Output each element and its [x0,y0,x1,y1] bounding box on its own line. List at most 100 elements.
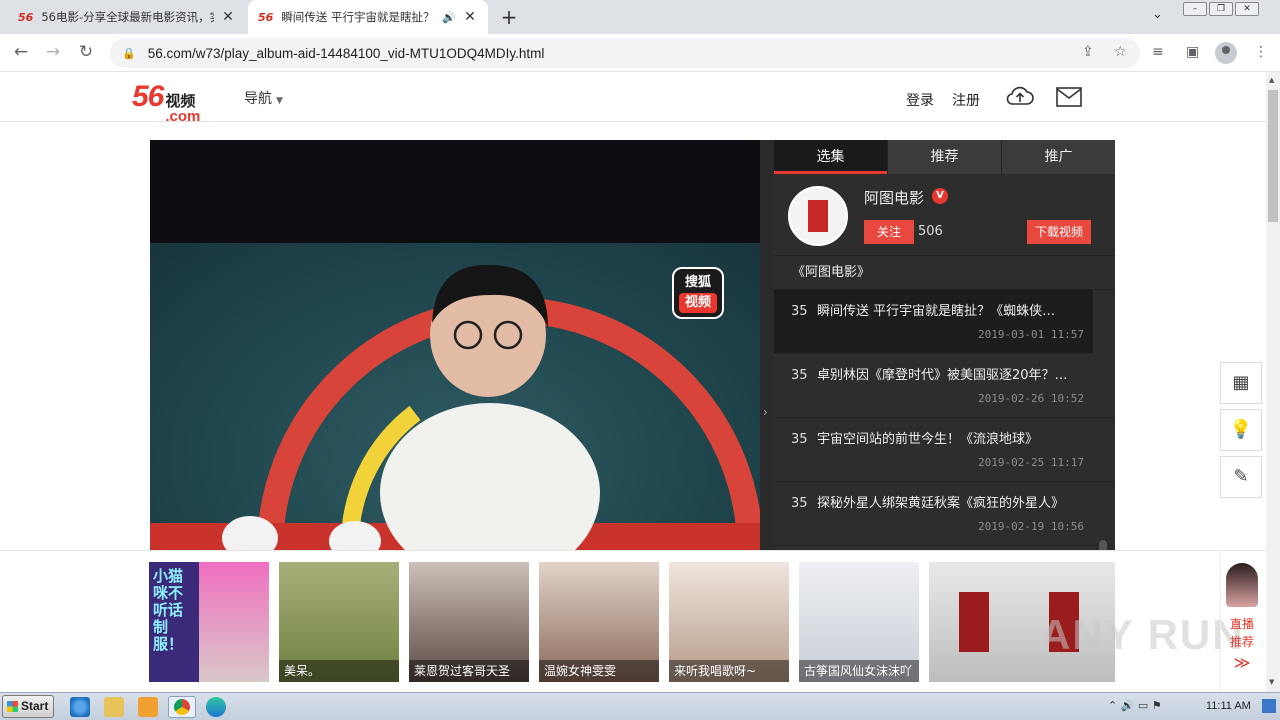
video-frame[interactable]: 搜狐 视频 [150,243,760,550]
close-window-icon[interactable]: ✕ [1235,2,1259,16]
live-recommendations: 小猫咪不听话制服！ 美呆。 莱恩贺过客哥天圣 温婉女神雯雯 来听我唱歌呀~ 古筝… [0,550,1266,693]
close-icon[interactable]: ✕ [220,9,236,25]
download-video-button[interactable]: 下载视频 [1027,220,1091,244]
edge-icon[interactable] [206,697,226,717]
tab-promoted[interactable]: 推广 [1001,140,1115,174]
url-text[interactable]: 56.com/w73/play_album-aid-14484100_vid-M… [148,46,545,61]
internet-explorer-icon[interactable] [70,697,90,717]
live-card-label: 美呆。 [279,660,399,682]
scroll-up-icon[interactable]: ▲ [1269,76,1274,84]
back-arrow-icon[interactable]: ← [10,42,32,62]
site-logo[interactable]: 56 视频 .com [132,80,200,124]
main-content: 搜狐 视频 › 选集 推荐 推广 阿图电影 V 关注 506 下载视频 《阿图电… [0,122,1266,550]
uploader-avatar[interactable] [788,186,848,246]
system-tray-icons[interactable]: ⌃ 🔊 ▭ ⚑ [1108,699,1162,712]
scrollbar-thumb[interactable] [1268,90,1278,222]
double-chevron-right-icon: ≫ [1233,653,1251,672]
follower-count: 506 [918,224,943,239]
new-tab-button[interactable]: + [498,5,520,29]
navigation-menu[interactable]: 导航 ▼ [244,88,283,108]
episode-title: 宇宙空间站的前世今生！《流浪地球》 [817,432,1039,447]
live-card-label: 来听我唱歌呀~ [669,660,789,682]
episode-list: 35 瞬间传送 平行宇宙就是瞎扯？《蜘蛛侠… 2019-03-01 11:57 3… [774,290,1115,550]
sohu-video-watermark: 搜狐 视频 [672,267,724,319]
qr-code-icon[interactable]: ▦ [1220,362,1262,404]
video-scene-image [150,264,760,550]
chrome-taskbar-button[interactable] [168,696,196,718]
browser-tab-strip: 56 56电影-分享全球最新电影资讯，实时 ✕ 56 瞬间传送 平行宇宙就是瞎扯… [0,0,1280,34]
taskbar-clock[interactable]: 11:11 AM [1206,700,1251,712]
live-card-label: 古筝国风仙女沫沫吖 [799,660,919,682]
tab-recommended[interactable]: 推荐 [887,140,1001,174]
start-button[interactable]: Start [2,695,54,718]
chrome-icon [174,699,190,715]
side-panel-icon[interactable]: ▣ [1186,44,1199,60]
forward-arrow-icon[interactable]: → [42,42,64,62]
live-card[interactable]: 美呆。 [279,562,399,682]
feedback-edit-icon[interactable]: ✎ [1220,456,1262,498]
panel-collapse-toggle[interactable]: › [760,140,774,550]
login-link[interactable]: 登录 [906,90,934,110]
live-card[interactable]: 温婉女神雯雯 [539,562,659,682]
more-menu-icon[interactable]: ⋮ [1254,44,1268,60]
tab-title: 瞬间传送 平行宇宙就是瞎扯？ [281,10,435,24]
live-card[interactable]: 来听我唱歌呀~ [669,562,789,682]
site-header: 56 视频 .com 导航 ▼ 登录 注册 [0,72,1266,124]
minimize-icon[interactable]: – [1183,2,1207,16]
episode-title: 探秘外星人绑架黄廷秋案《疯狂的外星人》 [817,496,1065,511]
media-player-icon[interactable] [138,697,158,717]
page-scrollbar[interactable]: ▲ ▼ [1266,72,1280,692]
uploader-name[interactable]: 阿图电影 [864,187,924,208]
window-controls: – ❐ ✕ [1183,2,1259,16]
live-card[interactable]: 莱恩贺过客哥天圣 [409,562,529,682]
show-desktop-icon[interactable] [1262,699,1276,713]
reload-icon[interactable]: ↻ [75,42,97,62]
tab-current-video[interactable]: 56 瞬间传送 平行宇宙就是瞎扯？ 🔊 ✕ [248,0,488,34]
card-overlay-text: 小猫咪不听话制服！ [153,567,184,653]
address-bar[interactable]: 🔒 56.com/w73/play_album-aid-14484100_vid… [110,38,1140,68]
speaker-icon[interactable]: 🔊 [442,11,456,24]
follow-button[interactable]: 关注 [864,220,914,244]
media-control-icon[interactable]: ≡ [1152,44,1164,60]
mail-envelope-icon[interactable] [1056,87,1082,111]
upload-cloud-icon[interactable] [1005,84,1035,112]
caret-down-icon: ▼ [276,96,283,106]
site-favicon-icon: 56 [18,10,34,24]
lightbulb-icon[interactable]: 💡 [1220,409,1262,451]
tab-episodes[interactable]: 选集 [774,140,887,174]
close-icon[interactable]: ✕ [462,9,478,25]
profile-avatar[interactable] [1215,42,1237,64]
windows-taskbar: Start ⌃ 🔊 ▭ ⚑ 11:11 AM [0,692,1280,720]
restore-icon[interactable]: ❐ [1209,2,1233,16]
register-link[interactable]: 注册 [952,90,980,110]
episode-item[interactable]: 35 宇宙空间站的前世今生！《流浪地球》 2019-02-25 11:17 [774,418,1115,482]
live-card-label: 温婉女神雯雯 [539,660,659,682]
site-favicon-icon: 56 [258,10,274,24]
episode-list-scrollbar[interactable] [1099,540,1107,550]
tab-56-movies[interactable]: 56 56电影-分享全球最新电影资讯，实时 ✕ [8,0,246,34]
video-player[interactable]: 搜狐 视频 [150,140,760,550]
episode-item[interactable]: 35 探秘外星人绑架黄廷秋案《疯狂的外星人》 2019-02-19 10:56 [774,482,1115,546]
scroll-down-icon[interactable]: ▼ [1269,678,1274,686]
episode-item[interactable]: 35 卓别林因《摩登时代》被美国驱逐20年？… 2019-02-26 10:52 [774,354,1115,418]
lock-icon[interactable]: 🔒 [122,47,136,60]
episode-item-current[interactable]: 35 瞬间传送 平行宇宙就是瞎扯？《蜘蛛侠… 2019-03-01 11:57 [774,290,1093,354]
tab-title: 56电影-分享全球最新电影资讯，实时 [41,10,214,24]
file-explorer-icon[interactable] [104,697,124,717]
album-title[interactable]: 《阿图电影》 [774,256,1115,290]
episode-side-panel: 选集 推荐 推广 阿图电影 V 关注 506 下载视频 《阿图电影》 35 瞬间传… [774,140,1115,550]
live-recommend-tag[interactable]: 直播 推荐 ≫ [1220,551,1262,693]
verified-badge-icon: V [932,188,948,204]
share-icon[interactable]: ⇪ [1082,44,1094,60]
tab-search-chevron-icon[interactable]: ⌄ [1152,7,1163,22]
live-card[interactable]: 古筝国风仙女沫沫吖 [799,562,919,682]
episode-date: 2019-02-25 11:17 [978,456,1084,469]
episode-date: 2019-02-19 10:56 [978,520,1084,533]
episode-title: 卓别林因《摩登时代》被美国驱逐20年？… [817,368,1068,383]
panel-tabs: 选集 推荐 推广 [774,140,1115,174]
uploader-info: 阿图电影 V 关注 506 下载视频 [774,174,1115,256]
live-card[interactable]: 小猫咪不听话制服！ [149,562,269,682]
bookmark-star-icon[interactable]: ☆ [1114,44,1127,60]
streamer-avatar [1226,563,1258,607]
live-card-label: 莱恩贺过客哥天圣 [409,660,529,682]
